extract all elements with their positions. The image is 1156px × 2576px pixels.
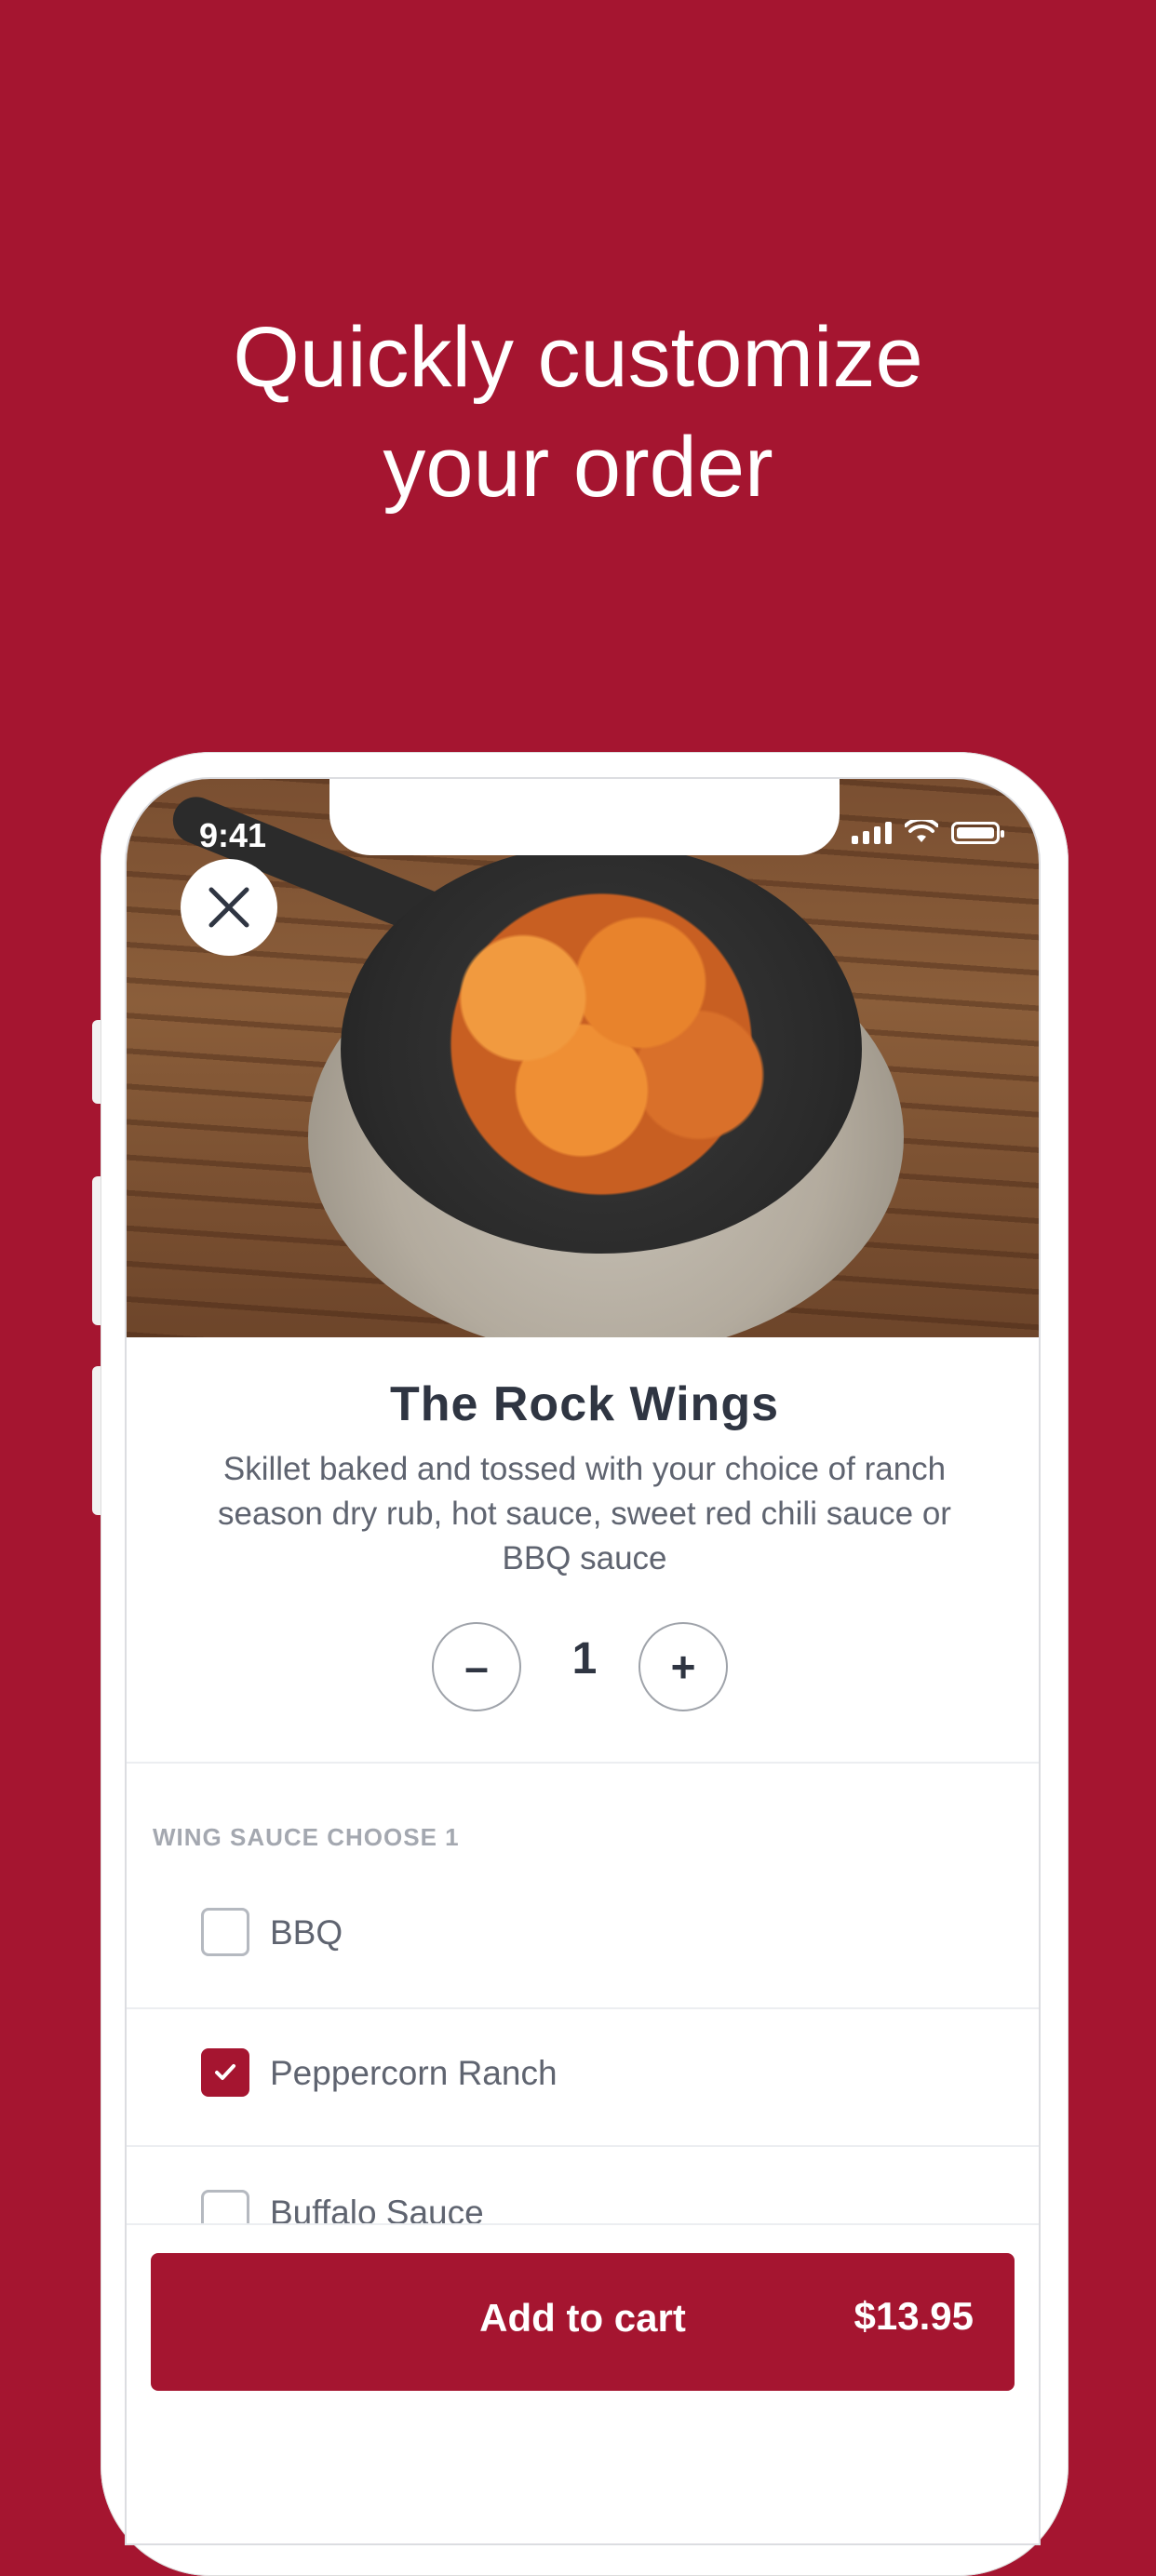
- item-title: The Rock Wings: [389, 1377, 779, 1431]
- option-label: Peppercorn Ranch: [270, 2054, 558, 2092]
- divider: [127, 1762, 1039, 1764]
- option-peppercorn-ranch-checkbox[interactable]: [201, 2048, 249, 2097]
- phone-screen: 9:41 The Rock Wings Skillet baked and to…: [125, 777, 1041, 2545]
- option-bbq[interactable]: BBQ: [127, 1872, 1039, 2010]
- phone-notch: [329, 779, 840, 855]
- headline-line-2: your order: [383, 420, 773, 515]
- status-icons: [852, 820, 1004, 844]
- item-description: Skillet baked and tossed with your choic…: [218, 1451, 951, 1576]
- battery-icon: [951, 822, 1004, 844]
- signal-icon: [852, 822, 892, 844]
- bottom-action-bar: Add to cart $13.95: [127, 2223, 1039, 2543]
- option-peppercorn-ranch[interactable]: Peppercorn Ranch: [127, 2009, 1039, 2147]
- wing-sauce-section-label: WING SAUCE CHOOSE 1: [153, 1823, 460, 1851]
- increase-quantity-button[interactable]: +: [638, 1622, 728, 1711]
- close-button[interactable]: [181, 859, 277, 956]
- status-time: 9:41: [199, 816, 267, 854]
- cart-price: $13.95: [854, 2294, 974, 2338]
- checkmark-icon: [215, 2064, 235, 2080]
- decrease-quantity-button[interactable]: –: [432, 1622, 521, 1711]
- wifi-icon: [905, 820, 938, 842]
- wings: [406, 891, 797, 1198]
- product-photo: [127, 779, 1039, 1337]
- option-label: BBQ: [270, 1913, 343, 1952]
- headline-line-1: Quickly customize: [233, 310, 923, 405]
- option-bbq-checkbox[interactable]: [201, 1908, 249, 1956]
- promo-headline: Quickly customize your order: [0, 302, 1156, 522]
- quantity-value: 1: [571, 1634, 598, 1684]
- close-icon: [208, 887, 249, 928]
- quantity-stepper: – 1 +: [127, 1622, 1039, 1715]
- add-to-cart-button[interactable]: Add to cart $13.95: [151, 2253, 1015, 2391]
